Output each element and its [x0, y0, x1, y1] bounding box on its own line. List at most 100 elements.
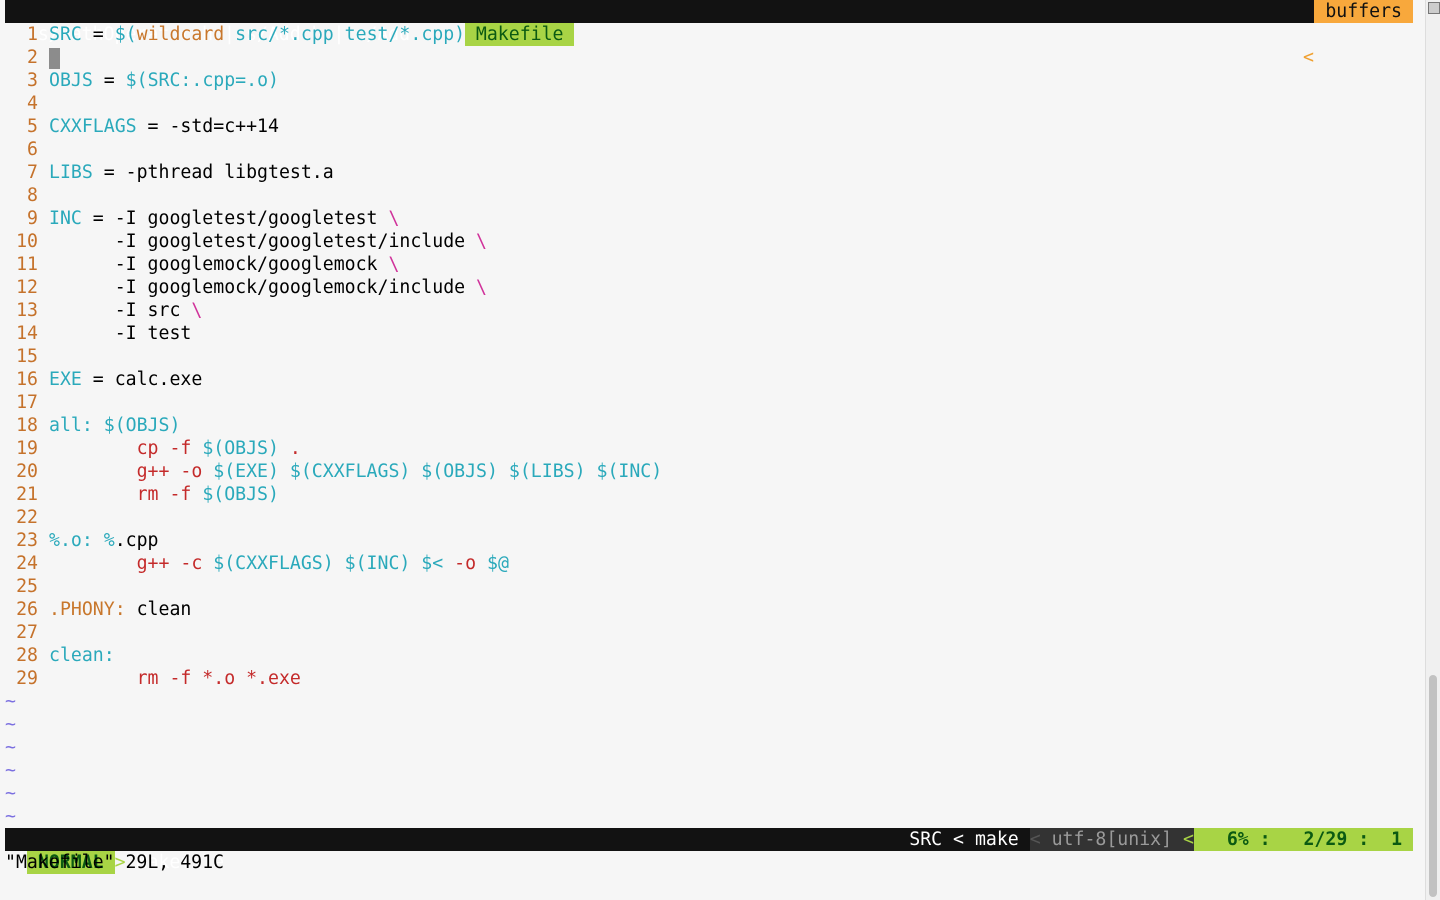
- line-number: 21: [16, 484, 38, 505]
- code-token: = -I googletest/googletest: [81, 208, 389, 229]
- code-token: clean:: [49, 645, 115, 666]
- line-number: 24: [16, 553, 38, 574]
- code-line[interactable]: 3 OBJS = $(SRC:.cpp=.o): [5, 69, 662, 92]
- code-line[interactable]: 12 -I googlemock/googlemock/include \: [5, 276, 662, 299]
- code-line[interactable]: 14 -I test: [5, 322, 662, 345]
- code-token: rm -f *.o *.exe: [49, 668, 301, 689]
- line-number: 15: [16, 346, 38, 367]
- line-number: 6: [27, 139, 38, 160]
- code-line[interactable]: 7 LIBS = -pthread libgtest.a: [5, 161, 662, 184]
- code-line[interactable]: 16 EXE = calc.exe: [5, 368, 662, 391]
- line-number: 23: [16, 530, 38, 551]
- code-line[interactable]: 6: [5, 138, 662, 161]
- code-token: src/*.cpp test/*.cpp): [224, 24, 466, 45]
- code-token: = calc.exe: [81, 369, 203, 390]
- code-line[interactable]: 19 cp -f $(OBJS) .: [5, 437, 662, 460]
- code-token: \: [388, 208, 400, 229]
- text-cursor: [49, 47, 60, 69]
- status-encoding: utf-8[unix]: [1040, 828, 1184, 851]
- line-number: 14: [16, 323, 38, 344]
- code-line[interactable]: 9 INC = -I googletest/googletest \: [5, 207, 662, 230]
- status-sep: <: [1029, 828, 1041, 851]
- line-number: 25: [16, 576, 38, 597]
- code-line[interactable]: 8: [5, 184, 662, 207]
- code-token: clean: [125, 599, 192, 620]
- code-line[interactable]: 11 -I googlemock/googlemock \: [5, 253, 662, 276]
- code-token: \: [476, 277, 487, 298]
- code-line[interactable]: 21 rm -f $(OBJS): [5, 483, 662, 506]
- code-line[interactable]: 20 g++ -o $(EXE) $(CXXFLAGS) $(OBJS) $(L…: [5, 460, 662, 483]
- code-token: wildcard: [136, 24, 225, 45]
- code-token: .cpp: [114, 530, 159, 551]
- scrollbar-thumb[interactable]: [1429, 675, 1437, 897]
- code-token: $(: [114, 24, 137, 45]
- line-number: 19: [16, 438, 38, 459]
- code-line[interactable]: 1 SRC = $(wildcard src/*.cpp test/*.cpp): [5, 23, 662, 46]
- code-line[interactable]: 27: [5, 621, 662, 644]
- code-line[interactable]: 10 -I googletest/googletest/include \: [5, 230, 662, 253]
- empty-line-tilde: ~: [5, 691, 16, 712]
- line-number: 5: [27, 116, 38, 137]
- code-token: OBJS: [49, 70, 93, 91]
- code-token: = -std=c++14: [136, 116, 279, 137]
- empty-line-tilde: ~: [5, 737, 16, 758]
- code-line[interactable]: 4: [5, 92, 662, 115]
- code-line[interactable]: 5 CXXFLAGS = -std=c++14: [5, 115, 662, 138]
- code-token: = -pthread libgtest.a: [92, 162, 334, 183]
- code-token: CXXFLAGS: [49, 116, 137, 137]
- status-column: 1: [1369, 828, 1413, 851]
- code-token: g++ -o: [49, 461, 214, 482]
- line-number: 26: [16, 599, 38, 620]
- code-line[interactable]: 24 g++ -c $(CXXFLAGS) $(INC) $< -o $@: [5, 552, 662, 575]
- buffers-arrow: <: [1303, 47, 1314, 68]
- code-token: -I googletest/googletest/include: [49, 231, 477, 252]
- line-number: 22: [16, 507, 38, 528]
- line-number: 12: [16, 277, 38, 298]
- line-number: 9: [27, 208, 38, 229]
- code-line[interactable]: 23 %.o: %.cpp: [5, 529, 662, 552]
- code-token: $(OBJS): [202, 484, 279, 505]
- code-token: SRC: [49, 24, 82, 45]
- code-line[interactable]: 18 all: $(OBJS): [5, 414, 662, 437]
- buffers-label[interactable]: buffers: [1314, 0, 1413, 23]
- empty-line-tilde: ~: [5, 806, 16, 827]
- code-token: rm -f: [49, 484, 203, 505]
- line-number: 17: [16, 392, 38, 413]
- code-line[interactable]: 29 rm -f *.o *.exe: [5, 667, 662, 690]
- code-token: $@: [487, 553, 509, 574]
- status-sep: <: [1183, 828, 1194, 851]
- line-number: 20: [16, 461, 38, 482]
- code-token: INC: [49, 208, 82, 229]
- line-number: 11: [16, 254, 38, 275]
- line-number: 10: [16, 231, 38, 252]
- line-number: 18: [16, 415, 38, 436]
- status-line: NORMAL > Makefile SRC < make < utf-8[unix…: [5, 828, 1413, 874]
- code-token: .: [278, 438, 301, 459]
- code-line[interactable]: 2: [5, 46, 662, 69]
- line-number: 4: [27, 93, 38, 114]
- code-token: \: [476, 231, 487, 252]
- code-token: -I googlemock/googlemock/include: [49, 277, 477, 298]
- editor-buffer[interactable]: 1 SRC = $(wildcard src/*.cpp test/*.cpp) 2…: [5, 23, 662, 828]
- line-number: 16: [16, 369, 38, 390]
- line-number: 2: [27, 47, 38, 68]
- code-token: $(SRC:.cpp=.o): [125, 70, 279, 91]
- empty-line-tilde: ~: [5, 714, 16, 735]
- code-token: \: [191, 300, 203, 321]
- code-line[interactable]: 17: [5, 391, 662, 414]
- code-token: -I googlemock/googlemock: [49, 254, 389, 275]
- line-number: 1: [27, 24, 38, 45]
- code-line[interactable]: 22: [5, 506, 662, 529]
- code-token: \: [388, 254, 400, 275]
- code-line[interactable]: 13 -I src \: [5, 299, 662, 322]
- scrollbar[interactable]: [1425, 0, 1440, 900]
- code-line[interactable]: 25: [5, 575, 662, 598]
- code-token: all: $(OBJS): [49, 415, 181, 436]
- code-token: -I test: [49, 323, 192, 344]
- scrollbar-menu-icon[interactable]: [1428, 2, 1440, 14]
- command-line[interactable]: "Makefile" 29L, 491C: [5, 851, 224, 874]
- code-line[interactable]: 28 clean:: [5, 644, 662, 667]
- code-line[interactable]: 26 .PHONY: clean: [5, 598, 662, 621]
- code-line[interactable]: 15: [5, 345, 662, 368]
- code-token: $(CXXFLAGS) $(INC) $<: [213, 553, 444, 574]
